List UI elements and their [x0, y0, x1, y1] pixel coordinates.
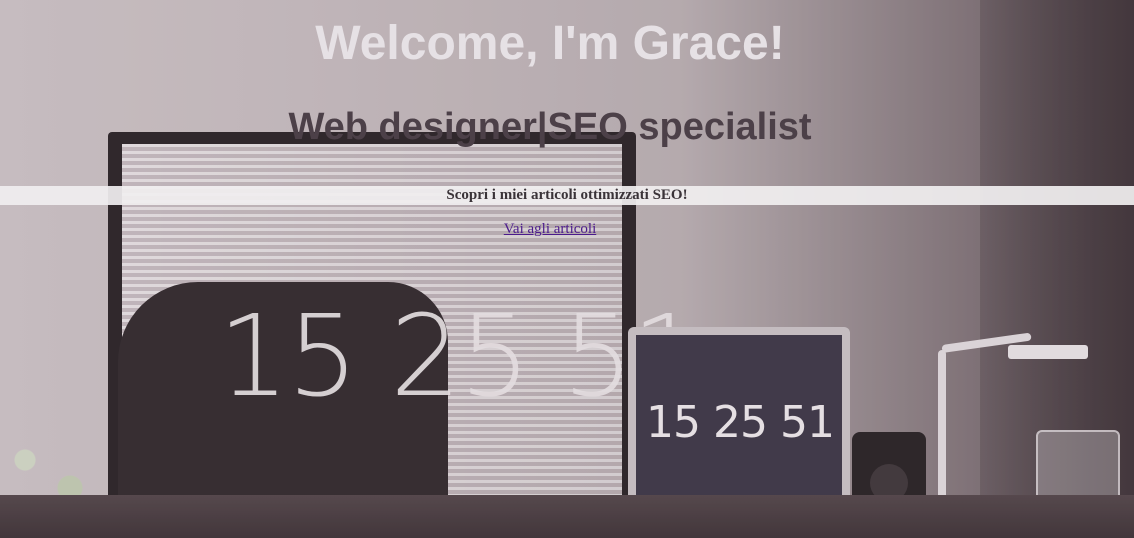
- image-tint-overlay: [0, 0, 1134, 538]
- hero-background-image: 15 25 51 15 25 51: [0, 0, 1134, 538]
- articles-link-container: Vai agli articoli: [0, 221, 1100, 238]
- articles-banner-text: Scopri i miei articoli ottimizzati SEO!: [446, 187, 688, 203]
- welcome-title: Welcome, I'm Grace!: [315, 17, 785, 70]
- articles-banner: Scopri i miei articoli ottimizzati SEO!: [0, 186, 1134, 205]
- articles-link[interactable]: Vai agli articoli: [504, 221, 596, 237]
- role-subtitle: Web designer|SEO specialist: [288, 106, 812, 148]
